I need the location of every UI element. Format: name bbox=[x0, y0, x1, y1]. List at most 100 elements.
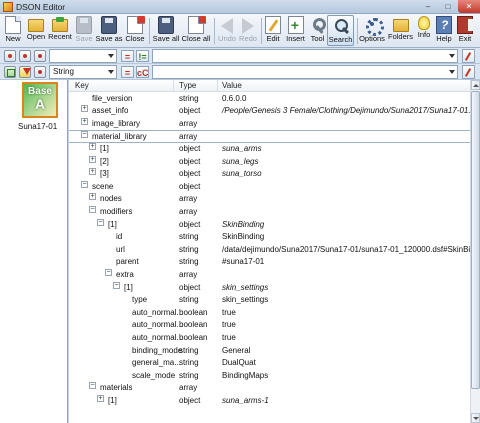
collapse-icon[interactable]: − bbox=[105, 268, 112, 276]
type-options-button[interactable] bbox=[462, 65, 475, 79]
expand-icon[interactable]: + bbox=[89, 168, 96, 176]
exit-button[interactable]: Exit bbox=[456, 15, 474, 46]
tree-row[interactable]: type string skin_settings bbox=[69, 294, 470, 307]
info-button[interactable]: Info bbox=[415, 15, 433, 46]
collapse-icon[interactable]: − bbox=[97, 218, 104, 226]
tree-row[interactable]: + [1] object suna_arms-1 bbox=[69, 394, 470, 408]
close-all-button[interactable]: Close all bbox=[181, 15, 211, 46]
equals-button-2[interactable]: = bbox=[121, 66, 134, 78]
row-key: [1] bbox=[100, 143, 109, 153]
tree-row[interactable]: + [1] object suna_arms bbox=[69, 142, 470, 156]
info-label: Info bbox=[417, 30, 431, 39]
insert-button[interactable]: Insert bbox=[284, 15, 307, 46]
marker-icon[interactable] bbox=[19, 66, 31, 78]
match-mode-button[interactable]: != bbox=[136, 50, 149, 62]
tree-row[interactable]: id string SkinBinding bbox=[69, 231, 470, 244]
new-label: New bbox=[5, 34, 21, 43]
edit-button[interactable]: Edit bbox=[263, 15, 283, 46]
row-value: true bbox=[222, 332, 236, 342]
tree-row[interactable]: − scene object bbox=[69, 180, 470, 194]
tree-row[interactable]: parent string #suna17-01 bbox=[69, 256, 470, 269]
tree-row[interactable]: − [1] object skin_settings bbox=[69, 281, 470, 295]
header-type[interactable]: Type bbox=[179, 81, 196, 90]
filter-icon[interactable] bbox=[4, 66, 16, 78]
undo-button[interactable]: Undo bbox=[217, 15, 237, 46]
save-as-button[interactable]: Save as bbox=[95, 15, 123, 46]
scroll-down-arrow-icon[interactable] bbox=[471, 413, 480, 423]
type-value-input[interactable] bbox=[152, 65, 458, 79]
row-key: type bbox=[132, 295, 148, 305]
row-value: BindingMaps bbox=[222, 370, 269, 380]
tree-row[interactable]: − material_library array bbox=[69, 130, 470, 143]
close-window-button[interactable]: ✕ bbox=[458, 0, 480, 13]
column-divider[interactable] bbox=[173, 80, 174, 92]
chevron-down-icon bbox=[449, 54, 455, 58]
redo-button[interactable]: Redo bbox=[238, 15, 258, 46]
case-sensitive-button[interactable]: cC bbox=[136, 66, 149, 78]
expand-icon[interactable]: + bbox=[89, 155, 96, 163]
tree-row[interactable]: − [1] object SkinBinding bbox=[69, 218, 470, 232]
vertical-scrollbar[interactable] bbox=[470, 80, 480, 423]
tree-row[interactable]: + [2] object suna_legs bbox=[69, 155, 470, 169]
expand-icon[interactable]: + bbox=[89, 193, 96, 201]
equals-button[interactable]: = bbox=[121, 50, 134, 62]
key-search-input[interactable] bbox=[49, 49, 117, 63]
help-button[interactable]: Help bbox=[434, 15, 454, 46]
tree-row[interactable]: + [3] object suna_torso bbox=[69, 168, 470, 181]
collapse-icon[interactable]: − bbox=[89, 382, 96, 390]
tree-row[interactable]: auto_normal... boolean true bbox=[69, 307, 470, 320]
tree-row[interactable]: − extra array bbox=[69, 268, 470, 282]
column-divider[interactable] bbox=[217, 80, 218, 92]
collapse-icon[interactable]: − bbox=[89, 205, 96, 213]
minimize-button[interactable]: – bbox=[418, 0, 438, 13]
save-all-button[interactable]: Save all bbox=[152, 15, 180, 46]
tree-row[interactable]: − modifiers array bbox=[69, 205, 470, 219]
tree-row[interactable]: + asset_info object/People/Genesis 3 Femal… bbox=[69, 105, 480, 118]
expand-icon[interactable]: + bbox=[89, 142, 96, 150]
search-options-button[interactable] bbox=[462, 49, 475, 63]
tree-row[interactable]: auto_normal... boolean true bbox=[69, 319, 470, 332]
tree-row[interactable]: + image_library array bbox=[69, 117, 470, 131]
row-type: array bbox=[179, 206, 198, 216]
tree-row[interactable]: + nodes array bbox=[69, 193, 470, 206]
expand-icon[interactable]: + bbox=[81, 117, 88, 125]
open-button[interactable]: Open bbox=[25, 15, 47, 46]
file-name[interactable]: Suna17-01 bbox=[18, 122, 57, 131]
options-button[interactable]: Options bbox=[359, 15, 385, 46]
expand-icon[interactable]: + bbox=[81, 105, 88, 113]
header-key[interactable]: Key bbox=[75, 81, 89, 90]
save-button[interactable]: Save bbox=[74, 15, 94, 46]
value-search-input[interactable] bbox=[152, 49, 458, 63]
header-value[interactable]: Value bbox=[222, 81, 242, 90]
row-value: DualQuat bbox=[222, 358, 256, 368]
folders-button[interactable]: Folders bbox=[387, 15, 414, 46]
row-key: scene bbox=[92, 181, 114, 191]
tree-row[interactable]: − materials array bbox=[69, 382, 470, 395]
recent-button[interactable]: Recent bbox=[47, 15, 73, 46]
close-button[interactable]: Close bbox=[124, 15, 146, 46]
type-select[interactable]: String bbox=[49, 65, 117, 79]
collapse-icon[interactable]: − bbox=[113, 281, 120, 289]
tree-row[interactable]: binding_mode string General bbox=[69, 345, 470, 358]
tree-row[interactable]: file_version string 0.6.0.0 bbox=[69, 93, 470, 106]
maximize-button[interactable]: □ bbox=[438, 0, 458, 13]
type-filter-icon[interactable] bbox=[34, 66, 46, 78]
tree-row[interactable]: scale_mode string BindingMaps bbox=[69, 370, 470, 383]
row-type: string bbox=[179, 257, 199, 267]
search-button[interactable]: Search bbox=[327, 15, 354, 46]
row-key: file_version bbox=[92, 93, 133, 103]
scrollbar-thumb[interactable] bbox=[471, 91, 480, 389]
search-previous-icon[interactable] bbox=[4, 50, 16, 62]
scroll-up-arrow-icon[interactable] bbox=[471, 80, 480, 90]
file-thumbnail[interactable]: Base A bbox=[22, 82, 58, 118]
new-button[interactable]: New bbox=[2, 15, 24, 46]
collapse-icon[interactable]: − bbox=[81, 180, 88, 188]
search-clear-icon[interactable] bbox=[34, 50, 46, 62]
tree-row[interactable]: general_ma... string DualQuat bbox=[69, 357, 470, 370]
collapse-icon[interactable]: − bbox=[81, 131, 88, 139]
tree-row[interactable]: auto_normal... boolean true bbox=[69, 332, 470, 345]
expand-icon[interactable]: + bbox=[97, 394, 104, 402]
tree-row[interactable]: url string/data/dejimundo/Suna2017/Suna17… bbox=[69, 244, 480, 257]
tool-button[interactable]: Tool bbox=[308, 15, 327, 46]
search-next-icon[interactable] bbox=[19, 50, 31, 62]
